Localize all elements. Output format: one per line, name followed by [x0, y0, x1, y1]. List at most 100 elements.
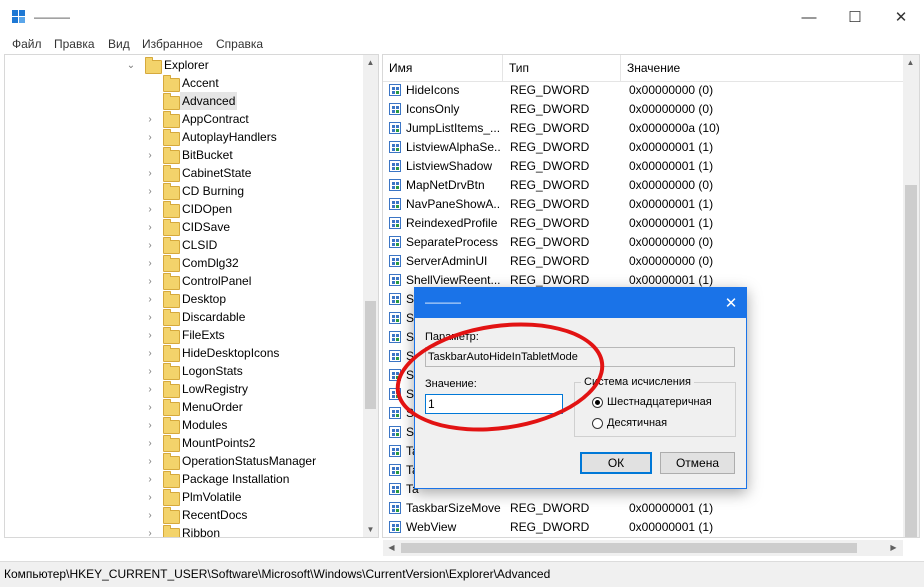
tree-node[interactable]: › FileExts — [5, 326, 363, 344]
tree-node[interactable]: › BitBucket — [5, 146, 363, 164]
chevron-right-icon[interactable]: › — [145, 452, 155, 470]
chevron-right-icon[interactable]: › — [145, 416, 155, 434]
tree-node[interactable]: › Desktop — [5, 290, 363, 308]
value-row[interactable]: TaskbarSizeMove REG_DWORD 0x00000001 (1) — [383, 499, 903, 518]
scroll-left-icon[interactable]: ◀ — [384, 543, 399, 552]
tree-node[interactable]: › CabinetState — [5, 164, 363, 182]
chevron-right-icon[interactable]: › — [145, 110, 155, 128]
value-row[interactable]: ListviewShadow REG_DWORD 0x00000001 (1) — [383, 157, 903, 176]
chevron-right-icon[interactable]: › — [145, 182, 155, 200]
value-row[interactable]: WebView REG_DWORD 0x00000001 (1) — [383, 518, 903, 537]
chevron-right-icon[interactable]: › — [145, 362, 155, 380]
column-header-value[interactable]: Значение — [621, 55, 903, 81]
tree-node[interactable]: › ControlPanel — [5, 272, 363, 290]
column-header-name[interactable]: Имя — [383, 55, 503, 81]
value-row[interactable]: JumpListItems_... REG_DWORD 0x0000000a (10… — [383, 119, 903, 138]
tree-vertical-scrollbar[interactable]: ▲ ▼ — [363, 55, 378, 537]
chevron-right-icon[interactable]: › — [145, 398, 155, 416]
value-row[interactable]: ServerAdminUI REG_DWORD 0x00000000 (0) — [383, 252, 903, 271]
value-name-cell: ReindexedProfile — [406, 216, 498, 230]
tree-node[interactable]: › LowRegistry — [5, 380, 363, 398]
scroll-up-icon[interactable]: ▲ — [363, 58, 378, 67]
value-row[interactable]: ListviewAlphaSe... REG_DWORD 0x00000001 (1… — [383, 138, 903, 157]
tree-node[interactable]: › OperationStatusManager — [5, 452, 363, 470]
value-type-cell: REG_DWORD — [510, 178, 590, 192]
chevron-right-icon[interactable]: › — [145, 344, 155, 362]
decimal-radio-label[interactable]: Десятичная — [607, 417, 667, 429]
menu-edit[interactable]: Правка — [54, 37, 95, 51]
ok-button[interactable]: ОК — [580, 452, 652, 474]
chevron-right-icon[interactable]: › — [145, 164, 155, 182]
value-row[interactable]: MapNetDrvBtn REG_DWORD 0x00000000 (0) — [383, 176, 903, 195]
hex-radio-label[interactable]: Шестнадцатеричная — [607, 396, 712, 408]
horizontal-scroll-thumb[interactable] — [401, 543, 857, 553]
chevron-right-icon[interactable]: › — [145, 146, 155, 164]
chevron-right-icon[interactable]: › — [145, 326, 155, 344]
tree-node[interactable]: › PlmVolatile — [5, 488, 363, 506]
tree-node[interactable]: › Package Installation — [5, 470, 363, 488]
maximize-button[interactable]: ☐ — [832, 0, 878, 34]
close-icon: ✕ — [724, 295, 738, 312]
tree-node[interactable]: › CLSID — [5, 236, 363, 254]
tree-node[interactable]: › Modules — [5, 416, 363, 434]
chevron-right-icon[interactable]: › — [145, 380, 155, 398]
tree-node[interactable]: › AppContract — [5, 110, 363, 128]
value-row[interactable]: TaskbarAutoHid... REG_DWORD 0x00000000 (0) — [383, 537, 903, 538]
minimize-button[interactable]: — — [786, 0, 832, 34]
column-header-type[interactable]: Тип — [503, 55, 621, 81]
menu-view[interactable]: Вид — [108, 37, 130, 51]
close-button[interactable]: ✕ — [878, 0, 924, 34]
chevron-right-icon[interactable]: › — [145, 218, 155, 236]
tree-node[interactable]: › MenuOrder — [5, 398, 363, 416]
values-scroll-thumb[interactable] — [905, 185, 917, 537]
value-row[interactable]: NavPaneShowA... REG_DWORD 0x00000001 (1) — [383, 195, 903, 214]
dialog-title: ——— — [425, 295, 461, 309]
chevron-right-icon[interactable]: › — [145, 488, 155, 506]
tree-node[interactable]: › HideDesktopIcons — [5, 344, 363, 362]
tree-node[interactable]: › ComDlg32 — [5, 254, 363, 272]
menu-file[interactable]: Файл — [12, 37, 42, 51]
chevron-right-icon[interactable]: › — [145, 236, 155, 254]
menu-favorites[interactable]: Избранное — [142, 37, 203, 51]
tree-scroll-thumb[interactable] — [365, 301, 376, 409]
chevron-right-icon[interactable]: › — [145, 470, 155, 488]
hex-radio[interactable] — [592, 397, 603, 408]
chevron-right-icon[interactable]: › — [145, 290, 155, 308]
values-horizontal-scrollbar[interactable]: ◀ ▶ — [383, 540, 903, 556]
scroll-down-icon[interactable]: ▼ — [363, 525, 378, 534]
chevron-right-icon[interactable]: › — [145, 200, 155, 218]
tree-node[interactable]: › CD Burning — [5, 182, 363, 200]
tree-node[interactable]: › LogonStats — [5, 362, 363, 380]
tree-node[interactable]: Advanced — [5, 92, 363, 110]
tree-node[interactable]: › CIDSave — [5, 218, 363, 236]
decimal-radio[interactable] — [592, 418, 603, 429]
chevron-right-icon[interactable]: › — [145, 506, 155, 524]
chevron-right-icon[interactable]: › — [145, 524, 155, 538]
chevron-right-icon[interactable]: › — [145, 128, 155, 146]
value-row[interactable]: IconsOnly REG_DWORD 0x00000000 (0) — [383, 100, 903, 119]
chevron-down-icon[interactable]: ⌄ — [126, 56, 136, 74]
dialog-close-button[interactable]: ✕ — [716, 288, 746, 318]
tree-node[interactable]: › MountPoints2 — [5, 434, 363, 452]
chevron-right-icon[interactable]: › — [145, 308, 155, 326]
key-tree[interactable]: ⌄ Explorer Accent Advanced › AppContract › Auto… — [4, 54, 379, 538]
value-row[interactable]: SeparateProcess REG_DWORD 0x00000000 (0) — [383, 233, 903, 252]
dword-value-icon — [389, 84, 401, 96]
tree-node[interactable]: › AutoplayHandlers — [5, 128, 363, 146]
chevron-right-icon[interactable]: › — [145, 272, 155, 290]
tree-node[interactable]: › Ribbon — [5, 524, 363, 538]
tree-node[interactable]: › CIDOpen — [5, 200, 363, 218]
menu-help[interactable]: Справка — [216, 37, 263, 51]
tree-node-parent[interactable]: ⌄ Explorer — [5, 56, 363, 74]
scroll-right-icon[interactable]: ▶ — [886, 543, 901, 552]
tree-node[interactable]: › RecentDocs — [5, 506, 363, 524]
tree-node[interactable]: › Discardable — [5, 308, 363, 326]
value-row[interactable]: HideIcons REG_DWORD 0x00000000 (0) — [383, 81, 903, 100]
scroll-up-icon[interactable]: ▲ — [903, 58, 918, 67]
values-vertical-scrollbar[interactable]: ▲ — [903, 55, 919, 537]
chevron-right-icon[interactable]: › — [145, 254, 155, 272]
cancel-button[interactable]: Отмена — [660, 452, 735, 474]
tree-node[interactable]: Accent — [5, 74, 363, 92]
value-row[interactable]: ReindexedProfile REG_DWORD 0x00000001 (1) — [383, 214, 903, 233]
chevron-right-icon[interactable]: › — [145, 434, 155, 452]
